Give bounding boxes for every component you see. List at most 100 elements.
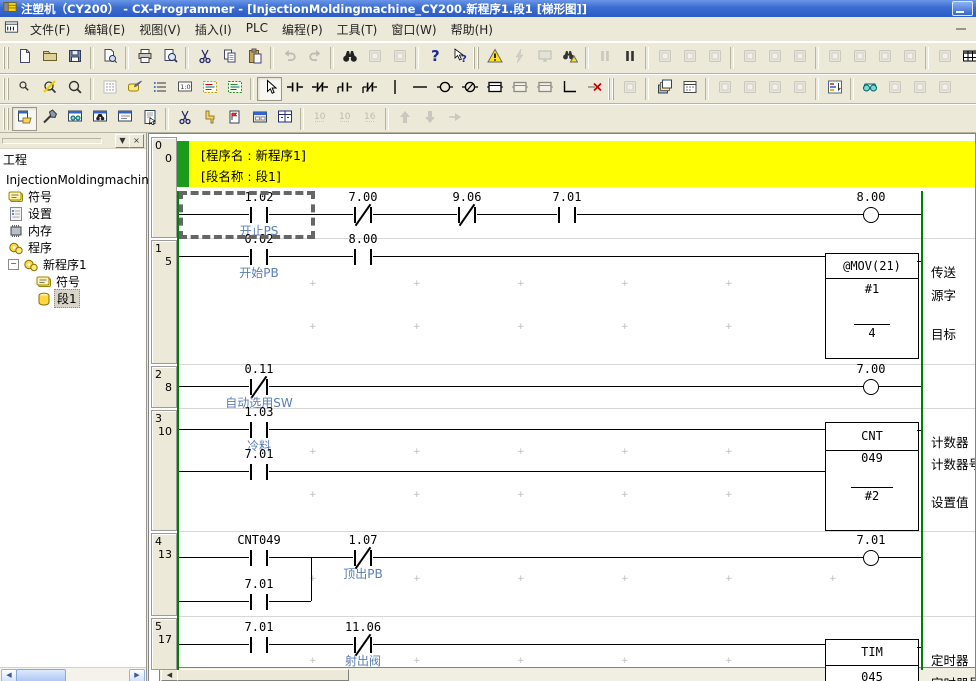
new-or-closed-contact-button[interactable]	[357, 77, 382, 101]
new-vertical-line-button[interactable]	[382, 77, 407, 101]
find-button[interactable]	[337, 46, 362, 70]
minimize-button[interactable]	[952, 1, 973, 16]
scroll-thumb[interactable]	[177, 669, 349, 681]
compile-button[interactable]	[482, 46, 507, 70]
help-button[interactable]: ?	[422, 46, 447, 70]
section-report-button[interactable]	[222, 107, 247, 131]
close-icon[interactable]: ×	[129, 134, 144, 148]
toggle-cross-reference-button[interactable]	[87, 107, 112, 131]
toolbar-grip[interactable]	[3, 108, 9, 130]
new-or-contact-button[interactable]	[332, 77, 357, 101]
toolbar-grip[interactable]	[473, 47, 479, 69]
tree-horizontal-scrollbar[interactable]: ◀ ▶	[0, 667, 146, 681]
show-all-levels-button[interactable]	[652, 77, 677, 101]
rung-margin-5[interactable]: 517	[151, 618, 177, 670]
zoom-out-button[interactable]	[62, 77, 87, 101]
no-contact-7.01[interactable]	[249, 592, 269, 612]
menu-PLC[interactable]: PLC	[239, 18, 275, 41]
diff-report-button[interactable]	[172, 107, 197, 131]
new-button[interactable]	[12, 46, 37, 70]
menu-工具T[interactable]: 工具(T)	[330, 18, 385, 41]
monitor-data-button[interactable]: 1:0	[172, 77, 197, 101]
scroll-right-icon[interactable]: ▶	[129, 669, 145, 681]
rung-comment-button[interactable]	[122, 77, 147, 101]
toggle-watch-window-button[interactable]	[62, 107, 87, 131]
print-preview-button[interactable]	[157, 46, 182, 70]
output-coil-7.00[interactable]	[863, 379, 879, 395]
tree-item-程序[interactable]: 程序	[8, 239, 54, 256]
menu-编辑E[interactable]: 编辑(E)	[77, 18, 132, 41]
new-closed-coil-button[interactable]	[457, 77, 482, 101]
properties-button[interactable]	[137, 107, 162, 131]
instruction-block-MOV21[interactable]: @MOV(21)#14	[825, 253, 919, 359]
menu-编程P[interactable]: 编程(P)	[275, 18, 330, 41]
tree-item-设置[interactable]: 设置	[8, 205, 54, 222]
save-button[interactable]	[62, 46, 87, 70]
output-coil-8.00[interactable]	[863, 207, 879, 223]
io-table-button[interactable]	[957, 46, 976, 70]
menu-窗口W[interactable]: 窗口(W)	[384, 18, 443, 41]
ladder-diagram[interactable]: [程序名 : 新程序1] [段名称 : 段1] ◀ ++++++++++++++…	[148, 133, 976, 681]
scroll-left-icon[interactable]: ◀	[161, 669, 178, 681]
no-contact-CNT049[interactable]	[249, 548, 269, 568]
no-contact-7.01[interactable]	[249, 462, 269, 482]
new-horizontal-line-button[interactable]	[407, 77, 432, 101]
toggle-project-workspace-button[interactable]	[12, 107, 37, 131]
new-closed-contact-button[interactable]	[307, 77, 332, 101]
tree-item-内存[interactable]: 内存	[8, 222, 54, 239]
no-contact-8.00[interactable]	[353, 247, 373, 267]
tree-item-段1-selected[interactable]: 段1	[36, 290, 80, 307]
instruction-block-TIM[interactable]: TIM045	[825, 639, 919, 681]
select-mode-button[interactable]	[257, 77, 282, 101]
rung-margin-3[interactable]: 310	[151, 410, 177, 531]
no-contact-7.01[interactable]	[557, 205, 577, 225]
tree-item-新程序1[interactable]: −新程序1	[8, 256, 89, 273]
delete-line-button[interactable]	[582, 77, 607, 101]
toggle-output-window-button[interactable]	[37, 107, 62, 131]
zoom-to-fit-button[interactable]	[37, 77, 62, 101]
menu-文件F[interactable]: 文件(F)	[23, 18, 77, 41]
tree-expander-minus[interactable]: −	[8, 259, 19, 270]
menu-插入I[interactable]: 插入(I)	[188, 18, 239, 41]
scroll-left-icon[interactable]: ◀	[1, 669, 17, 681]
no-contact-7.01[interactable]	[249, 635, 269, 655]
context-help-button[interactable]: ?	[447, 46, 472, 70]
mdi-restore-dash[interactable]	[956, 28, 966, 30]
pause-button[interactable]	[617, 46, 642, 70]
toolbar-grip[interactable]	[3, 78, 9, 100]
symbol-table-button[interactable]	[197, 77, 222, 101]
nc-contact-7.00[interactable]	[353, 205, 373, 225]
tree-item-符号[interactable]: 符号	[36, 273, 82, 290]
cut-button[interactable]	[192, 46, 217, 70]
new-coil-button[interactable]	[432, 77, 457, 101]
print-button[interactable]	[132, 46, 157, 70]
rung-margin-1[interactable]: 15	[151, 240, 177, 364]
toggle-grid-button[interactable]	[97, 77, 122, 101]
view-mnemonics-button[interactable]	[97, 46, 122, 70]
instruction-block-CNT[interactable]: CNT049#2	[825, 422, 919, 531]
output-coil-7.01[interactable]	[863, 550, 879, 566]
chevron-down-icon[interactable]: ▼	[115, 134, 130, 148]
toolbar-grip[interactable]	[3, 47, 9, 69]
toolbar-grip[interactable]	[608, 78, 614, 100]
scroll-thumb[interactable]	[16, 669, 66, 681]
address-reference-tool-button[interactable]	[822, 77, 847, 101]
new-contact-button[interactable]	[282, 77, 307, 101]
watch-window-button[interactable]	[857, 77, 882, 101]
monitor-grid-button[interactable]	[677, 77, 702, 101]
rung-margin-0[interactable]: 00	[151, 137, 177, 238]
rung-annotation-list-button[interactable]	[147, 77, 172, 101]
tree-item-符号[interactable]: 符号	[8, 188, 54, 205]
rung-margin-4[interactable]: 413	[151, 533, 177, 616]
local-symbol-table-button[interactable]	[222, 77, 247, 101]
plc-clock-button[interactable]	[197, 107, 222, 131]
new-line-elbow-button[interactable]	[557, 77, 582, 101]
open-button[interactable]	[37, 46, 62, 70]
new-instruction-button[interactable]	[482, 77, 507, 101]
nc-contact-9.06[interactable]	[457, 205, 477, 225]
mdi-child-icon[interactable]	[4, 20, 19, 38]
selected-cell-1.02[interactable]	[179, 191, 315, 239]
zoom-in-button[interactable]	[12, 77, 37, 101]
menu-帮助H[interactable]: 帮助(H)	[444, 18, 500, 41]
compile-all-button[interactable]	[557, 46, 582, 70]
